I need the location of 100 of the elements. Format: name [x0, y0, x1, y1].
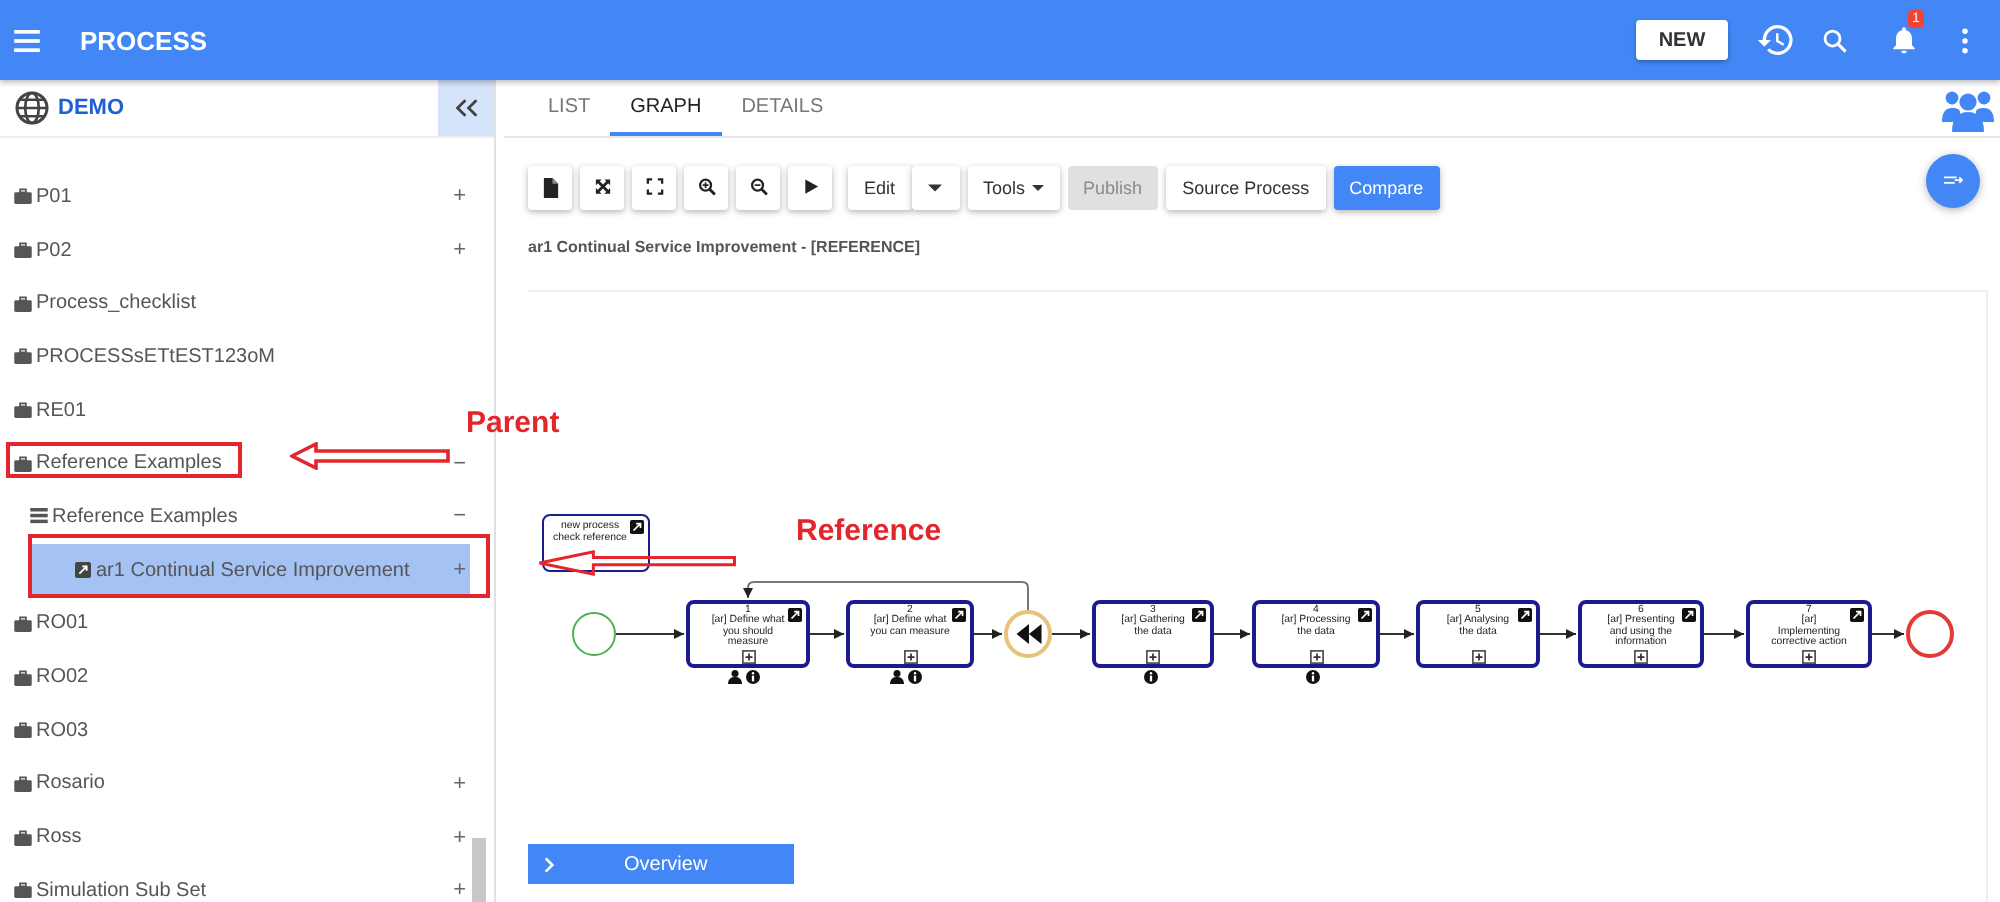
briefcase-icon — [14, 829, 32, 846]
link-icon — [1358, 608, 1372, 622]
move-button[interactable] — [580, 166, 624, 210]
rewind-icon — [1015, 624, 1041, 644]
play-button[interactable] — [788, 166, 832, 210]
fullscreen-button[interactable] — [632, 166, 676, 210]
move-icon — [593, 178, 611, 198]
tree-item[interactable]: ar1 Continual Service Improvement — [74, 559, 410, 582]
scrollbar-thumb[interactable] — [472, 838, 486, 902]
annotation-label: Reference — [796, 514, 942, 548]
connector-arrow — [973, 629, 1003, 639]
end-event — [1906, 610, 1954, 658]
expand-icon — [1634, 649, 1648, 663]
tree-item[interactable]: RO03 — [14, 719, 89, 742]
link-icon — [1682, 608, 1696, 622]
action-button[interactable] — [1926, 153, 1980, 207]
tab[interactable]: GRAPH — [610, 80, 722, 136]
connector-arrow — [1539, 629, 1577, 639]
briefcase-icon — [14, 882, 32, 899]
tree-toggle[interactable]: + — [453, 878, 466, 902]
more-icon[interactable] — [1960, 27, 1970, 53]
link-icon — [952, 608, 966, 622]
search-icon[interactable] — [1820, 25, 1850, 55]
briefcase-icon — [14, 348, 32, 365]
menu-button[interactable]: Tools — [967, 166, 1060, 210]
tree-item[interactable]: P02 — [14, 239, 72, 262]
tree-item[interactable]: Rosario — [14, 772, 105, 795]
tab[interactable]: LIST — [528, 80, 611, 136]
tree-item[interactable]: P01 — [14, 185, 72, 208]
tree-toggle[interactable]: + — [453, 184, 466, 209]
tree-toggle[interactable]: − — [453, 504, 466, 529]
tree-item[interactable]: RO01 — [14, 612, 89, 635]
shortcut-icon — [74, 562, 92, 579]
history-icon[interactable] — [1756, 20, 1796, 60]
briefcase-icon — [14, 402, 32, 419]
expand-icon — [1471, 649, 1485, 663]
link-icon — [630, 520, 644, 534]
edit-button[interactable]: Edit — [848, 166, 912, 210]
page-icon — [541, 178, 559, 198]
zoom-out-button[interactable] — [736, 166, 780, 210]
briefcase-icon — [14, 775, 32, 792]
lines-arrow-icon — [1942, 171, 1964, 189]
menu-icon[interactable] — [14, 29, 40, 51]
briefcase-icon — [14, 295, 32, 312]
expand-icon — [1146, 649, 1160, 663]
connector-arrow — [1213, 629, 1251, 639]
expand-icon — [741, 649, 755, 663]
tree-item[interactable]: RO02 — [14, 666, 89, 689]
expand-icon — [1309, 649, 1323, 663]
caret-icon — [1031, 184, 1044, 192]
annotation-label: Parent — [466, 406, 560, 440]
briefcase-icon — [14, 188, 32, 205]
tree-item[interactable]: Simulation Sub Set — [14, 879, 207, 902]
briefcase-icon — [14, 669, 32, 686]
bell-icon[interactable] — [1888, 22, 1920, 58]
users-icon[interactable] — [1942, 88, 1994, 132]
tree-item[interactable]: RE01 — [14, 399, 87, 422]
tree-item[interactable]: PROCESSsETtEST123oM — [14, 345, 275, 368]
toolbar-button[interactable]: Source Process — [1166, 166, 1326, 210]
list-icon — [30, 508, 48, 525]
new-button[interactable]: NEW — [1636, 20, 1728, 60]
tree-toggle[interactable]: + — [453, 825, 466, 850]
expand-icon — [1802, 649, 1816, 663]
tree-item[interactable]: Ross — [14, 826, 82, 849]
link-icon — [788, 608, 802, 622]
zoom-out-icon — [749, 178, 767, 198]
tree-item[interactable]: Reference Examples — [14, 452, 222, 475]
briefcase-icon — [14, 242, 32, 259]
zoom-in-icon — [697, 178, 715, 198]
chevron-icon — [544, 855, 554, 873]
briefcase-icon — [14, 455, 32, 472]
connector-arrow — [1379, 629, 1415, 639]
tree-toggle[interactable]: − — [453, 451, 466, 476]
caret-icon — [928, 184, 943, 192]
connector-arrow — [809, 629, 845, 639]
briefcase-icon — [14, 722, 32, 739]
fullscreen-icon — [645, 178, 663, 198]
connector-arrow — [1051, 629, 1091, 639]
link-icon — [1192, 608, 1206, 622]
connector-arrow — [1871, 629, 1905, 639]
briefcase-icon — [14, 615, 32, 632]
tree-item[interactable]: Process_checklist — [14, 292, 197, 315]
collapse-button[interactable] — [438, 80, 494, 136]
tree-item[interactable]: Reference Examples — [30, 505, 238, 528]
globe-icon — [14, 90, 50, 126]
start-event — [572, 612, 616, 656]
zoom-in-button[interactable] — [684, 166, 728, 210]
dropdown-button[interactable] — [911, 166, 960, 210]
workspace-title: DEMO — [58, 96, 124, 120]
diagram-title: ar1 Continual Service Improvement - [REFERENCE] — [526, 236, 923, 256]
connector-arrow — [1703, 629, 1745, 639]
double-chevron-icon — [455, 98, 477, 118]
tree-toggle[interactable]: + — [453, 771, 466, 796]
tree-toggle[interactable]: + — [453, 238, 466, 263]
tab[interactable]: DETAILS — [721, 80, 844, 136]
play-icon — [801, 178, 819, 198]
connector-arrow — [615, 629, 685, 639]
page-button[interactable] — [528, 166, 572, 210]
expand-icon — [903, 649, 917, 663]
link-icon — [1518, 608, 1532, 622]
